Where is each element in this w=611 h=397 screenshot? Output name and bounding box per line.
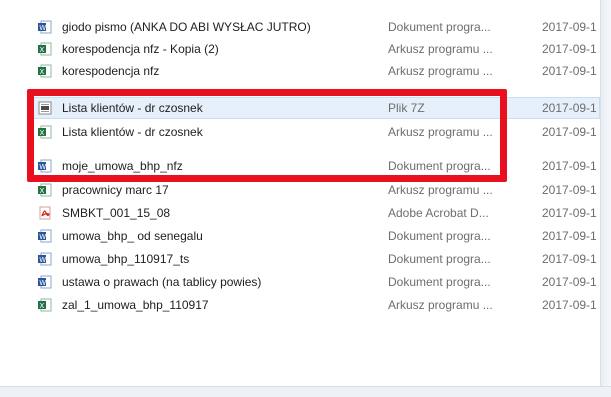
file-date: 2017-09-1: [542, 159, 597, 173]
file-name: umowa_bhp_ od senegalu: [62, 229, 203, 243]
file-date: 2017-09-1: [542, 101, 597, 115]
svg-text:X: X: [40, 187, 45, 195]
file-row[interactable]: X Lista klientów - dr czosnek Arkusz pro…: [28, 121, 600, 143]
file-row[interactable]: SMBKT_001_15_08 Adobe Acrobat D... 2017-…: [28, 202, 600, 224]
file-type: Arkusz programu ...: [388, 42, 493, 56]
word-doc-icon: W: [38, 252, 52, 266]
file-type: Dokument progra...: [388, 159, 491, 173]
file-row[interactable]: W moje_umowa_bhp_nfz Dokument progra... …: [28, 155, 600, 177]
archive-7z-icon: [38, 101, 52, 115]
file-date: 2017-09-1: [542, 206, 597, 220]
svg-text:W: W: [39, 279, 46, 287]
file-name: korespodencja nfz: [62, 64, 160, 78]
file-type: Dokument progra...: [388, 229, 491, 243]
excel-sheet-icon: X: [38, 125, 52, 139]
file-row[interactable]: W giodo pismo (ANKA DO ABI WYSŁAC JUTRO)…: [28, 16, 600, 38]
file-date: 2017-09-1: [542, 252, 597, 266]
file-date: 2017-09-1: [542, 42, 597, 56]
file-date: 2017-09-1: [542, 229, 597, 243]
file-type: Arkusz programu ...: [388, 183, 493, 197]
file-name: ustawa o prawach (na tablicy powies): [62, 275, 262, 289]
file-date: 2017-09-1: [542, 125, 597, 139]
svg-text:W: W: [39, 24, 46, 32]
file-type: Adobe Acrobat D...: [388, 206, 489, 220]
file-name: zal_1_umowa_bhp_110917: [62, 298, 209, 312]
word-doc-icon: W: [38, 229, 52, 243]
svg-text:W: W: [39, 233, 46, 241]
file-name: pracownicy marc 17: [62, 183, 169, 197]
file-row-selected[interactable]: Lista klientów - dr czosnek Plik 7Z 2017…: [28, 97, 600, 119]
file-date: 2017-09-1: [542, 64, 597, 78]
file-type: Arkusz programu ...: [388, 298, 493, 312]
file-name: Lista klientów - dr czosnek: [62, 101, 203, 115]
window-right-border: [600, 0, 611, 396]
file-list: W giodo pismo (ANKA DO ABI WYSŁAC JUTRO)…: [0, 0, 600, 386]
excel-sheet-icon: X: [38, 298, 52, 312]
file-date: 2017-09-1: [542, 20, 597, 34]
file-date: 2017-09-1: [542, 183, 597, 197]
file-name: Lista klientów - dr czosnek: [62, 125, 203, 139]
file-name: korespodencja nfz - Kopia (2): [62, 42, 219, 56]
svg-text:W: W: [39, 256, 46, 264]
excel-sheet-icon: X: [38, 183, 52, 197]
file-name: umowa_bhp_110917_ts: [62, 252, 190, 266]
pdf-icon: [39, 206, 51, 220]
file-name: SMBKT_001_15_08: [62, 206, 171, 220]
svg-text:X: X: [40, 129, 45, 137]
file-type: Dokument progra...: [388, 20, 491, 34]
file-row[interactable]: X korespodencja nfz - Kopia (2) Arkusz p…: [28, 38, 600, 60]
svg-text:X: X: [40, 302, 45, 310]
svg-text:W: W: [39, 163, 46, 171]
file-date: 2017-09-1: [542, 275, 597, 289]
file-row[interactable]: W umowa_bhp_110917_ts Dokument progra...…: [28, 248, 600, 270]
file-row[interactable]: X zal_1_umowa_bhp_110917 Arkusz programu…: [28, 294, 600, 316]
file-row[interactable]: X pracownicy marc 17 Arkusz programu ...…: [28, 179, 600, 201]
window-bottom-border: [0, 386, 611, 397]
file-type: Plik 7Z: [388, 101, 425, 115]
word-doc-icon: W: [38, 20, 52, 34]
word-doc-icon: W: [38, 275, 52, 289]
file-row[interactable]: W ustawa o prawach (na tablicy powies) D…: [28, 271, 600, 293]
file-type: Dokument progra...: [388, 275, 491, 289]
file-type: Arkusz programu ...: [388, 64, 493, 78]
file-row[interactable]: X korespodencja nfz Arkusz programu ... …: [28, 60, 600, 82]
file-type: Dokument progra...: [388, 252, 491, 266]
file-type: Arkusz programu ...: [388, 125, 493, 139]
excel-sheet-icon: X: [38, 42, 52, 56]
svg-text:X: X: [40, 68, 45, 76]
svg-text:X: X: [40, 46, 45, 54]
file-date: 2017-09-1: [542, 298, 597, 312]
file-name: moje_umowa_bhp_nfz: [62, 159, 183, 173]
word-doc-icon: W: [38, 159, 52, 173]
file-row[interactable]: W umowa_bhp_ od senegalu Dokument progra…: [28, 225, 600, 247]
file-name: giodo pismo (ANKA DO ABI WYSŁAC JUTRO): [62, 20, 311, 34]
excel-sheet-icon: X: [38, 64, 52, 78]
